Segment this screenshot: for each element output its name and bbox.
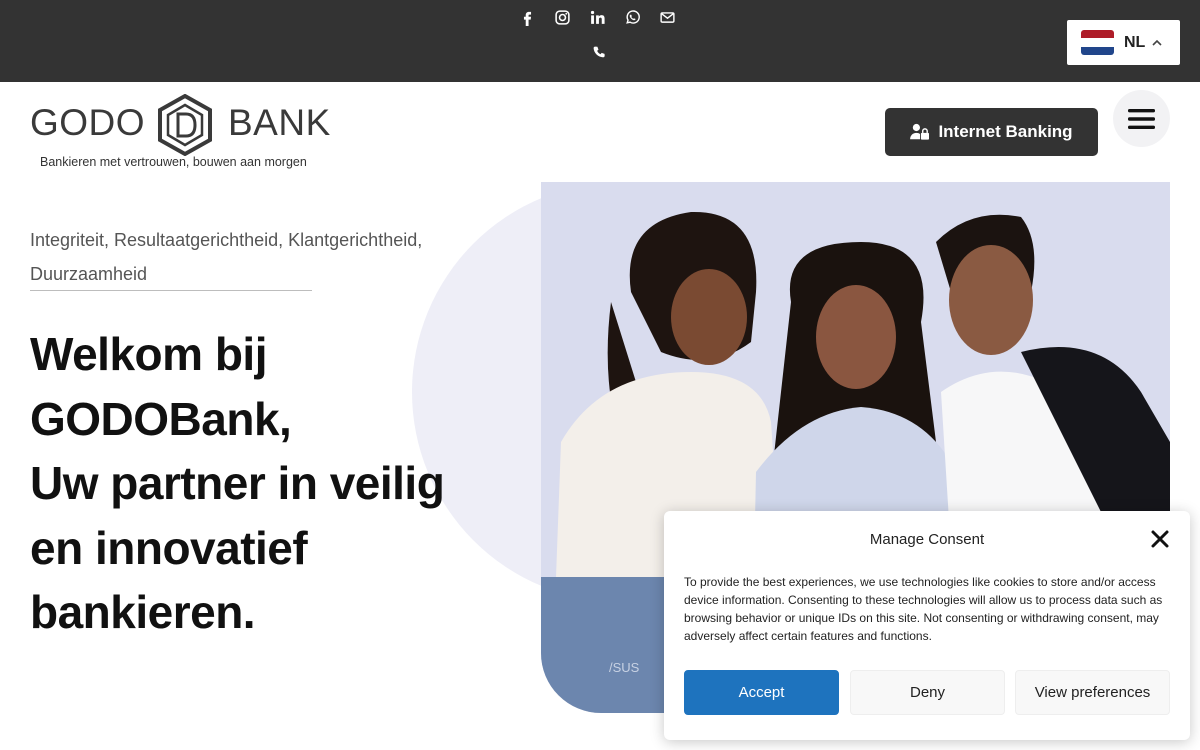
whatsapp-icon[interactable] (623, 8, 641, 26)
godo-bank-logo[interactable]: GODO BANK Bankieren met vertrouwen, bouw… (30, 94, 340, 174)
headline-line: GODOBank, (30, 392, 292, 445)
logo-mark-icon (158, 94, 212, 156)
close-icon[interactable] (1150, 529, 1170, 549)
flag-stripe-red (1081, 30, 1114, 39)
logo-tagline: Bankieren met vertrouwen, bouwen aan mor… (40, 155, 307, 169)
internet-banking-button[interactable]: Internet Banking (885, 108, 1098, 156)
headline-line: bankieren. (30, 586, 256, 638)
user-lock-icon (910, 123, 930, 140)
phone-icon[interactable] (591, 45, 609, 63)
accept-button[interactable]: Accept (684, 670, 839, 715)
deny-button[interactable]: Deny (850, 670, 1005, 715)
menu-button[interactable] (1113, 90, 1170, 147)
hero-headline: Welkom bij GODOBank, Uw partner in veili… (30, 322, 500, 645)
laptop-brand: /SUS (609, 660, 640, 675)
headline-line: en innovatief (30, 521, 308, 574)
logo-text-bank: BANK (228, 102, 331, 143)
language-selector[interactable]: NL (1067, 20, 1180, 65)
headline-line: Welkom bij (30, 328, 267, 380)
language-code: NL (1124, 33, 1146, 51)
mail-icon[interactable] (658, 8, 676, 26)
consent-dialog: Manage Consent To provide the best exper… (664, 511, 1190, 740)
consent-text: To provide the best experiences, we use … (684, 575, 1163, 643)
flag-stripe-white (1081, 38, 1114, 47)
consent-title: Manage Consent (869, 531, 985, 548)
social-links (518, 8, 676, 26)
logo-text-godo: GODO (30, 102, 146, 143)
view-preferences-button[interactable]: View preferences (1015, 670, 1170, 715)
headline-line: Uw partner in veilig (30, 457, 445, 509)
hamburger-icon (1128, 108, 1155, 129)
top-bar: NL (0, 0, 1200, 82)
netherlands-flag (1081, 30, 1114, 55)
instagram-icon[interactable] (553, 8, 571, 26)
facebook-icon[interactable] (518, 8, 536, 26)
internet-banking-label: Internet Banking (938, 122, 1073, 141)
flag-stripe-blue (1081, 46, 1114, 55)
linkedin-icon[interactable] (588, 8, 606, 26)
chevron-up-icon (1152, 39, 1162, 46)
values-divider (30, 290, 312, 291)
company-values: Integriteit, Resultaatgerichtheid, Klant… (30, 230, 423, 284)
